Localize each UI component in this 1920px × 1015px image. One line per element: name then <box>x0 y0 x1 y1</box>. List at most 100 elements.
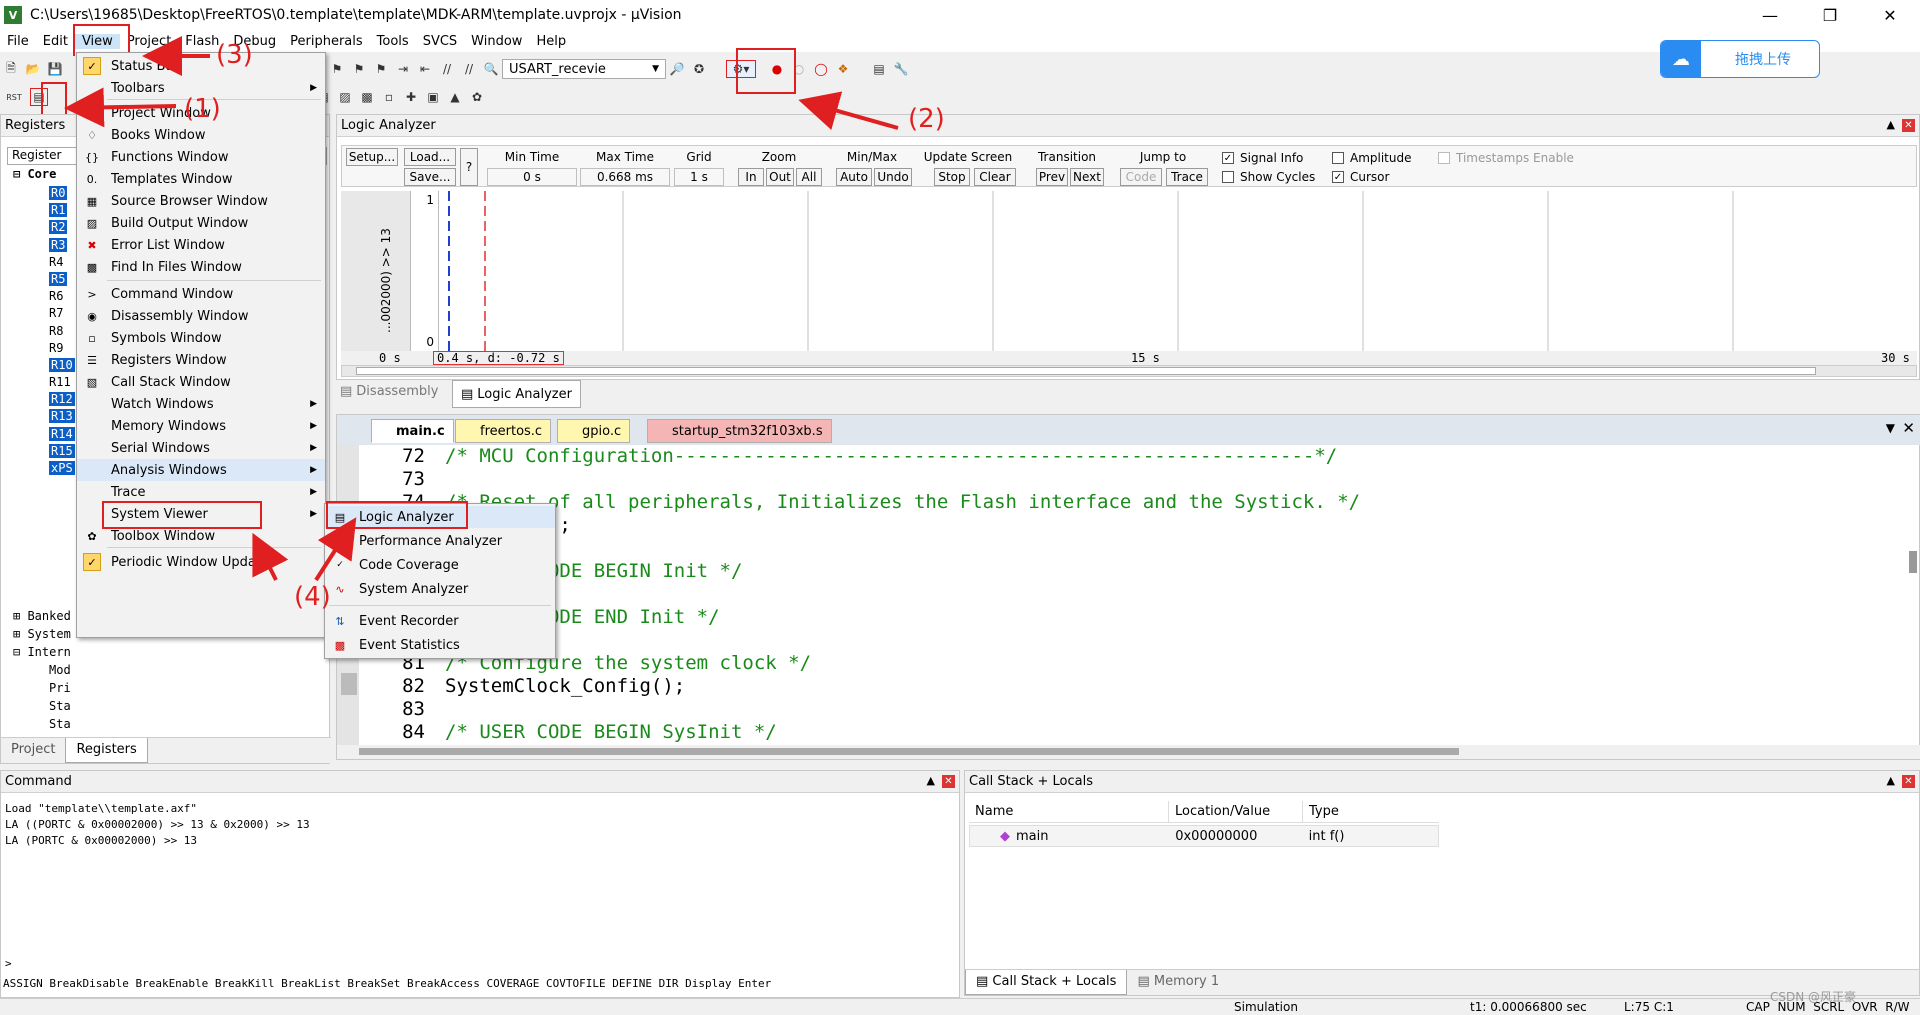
register-group-core[interactable]: ⊟ Core <box>13 167 56 181</box>
indent-icon[interactable]: ⇥ <box>394 60 412 78</box>
menu-item-analysis-windows[interactable]: Analysis Windows ▶ <box>77 459 325 481</box>
bookmark-next-icon[interactable]: ⚑ <box>372 60 390 78</box>
system-viewer-icon[interactable]: ▣ <box>424 88 442 106</box>
close-icon[interactable]: ✕ <box>1902 419 1915 437</box>
code-line[interactable]: /* MCU Configuration--------------------… <box>445 445 1337 468</box>
menu-item-trace[interactable]: Trace ▶ <box>77 481 325 503</box>
unindent-icon[interactable]: ⇤ <box>416 60 434 78</box>
scrollbar-thumb[interactable] <box>356 367 1816 375</box>
menu-item-event-statistics[interactable]: ▩ Event Statistics <box>325 634 555 656</box>
upload-button[interactable]: ☁ 拖拽上传 <box>1660 40 1820 78</box>
menu-item-registers-window[interactable]: ☰ Registers Window <box>77 349 325 371</box>
options-icon[interactable]: ❖ <box>834 60 852 78</box>
memory-window-icon[interactable]: ▩ <box>358 88 376 106</box>
editor-hscrollbar[interactable] <box>337 745 1920 759</box>
menu-window[interactable]: Window <box>464 34 529 49</box>
menu-peripherals[interactable]: Peripherals <box>283 34 370 49</box>
bookmark-prev-icon[interactable]: ⚑ <box>350 60 368 78</box>
serial-window-icon[interactable]: ▨ <box>336 88 354 106</box>
settings-icon[interactable]: ✿ <box>468 88 486 106</box>
open-file-icon[interactable]: 📂 <box>24 60 42 78</box>
stop-button[interactable]: Stop <box>934 168 970 186</box>
tab-registers[interactable]: Registers <box>65 738 148 763</box>
col-name[interactable]: Name <box>969 801 1169 822</box>
menu-item-memory-windows[interactable]: Memory Windows ▶ <box>77 415 325 437</box>
find-target-icon[interactable]: 🔍 <box>482 60 500 78</box>
menu-item-symbols-window[interactable]: ▫ Symbols Window <box>77 327 325 349</box>
signal-info-checkbox[interactable]: ✓ Signal Info <box>1222 151 1303 165</box>
trace-icon[interactable]: ✚ <box>402 88 420 106</box>
close-icon[interactable]: ✕ <box>1902 119 1915 132</box>
menu-item-books-window[interactable]: ♢ Books Window <box>77 124 325 146</box>
editor-hscroll-thumb[interactable] <box>359 748 1459 755</box>
auto-button[interactable]: Auto <box>836 168 872 186</box>
close-icon[interactable]: ✕ <box>1902 775 1915 788</box>
reset-icon[interactable]: RST <box>2 88 26 106</box>
horizontal-scrollbar[interactable] <box>341 365 1917 377</box>
incremental-find-icon[interactable]: ✪ <box>690 60 708 78</box>
show-cycles-checkbox[interactable]: Show Cycles <box>1222 170 1315 184</box>
internal-item[interactable]: Mod <box>13 661 71 679</box>
code-line[interactable]: SystemClock_Config(); <box>445 675 685 698</box>
col-location[interactable]: Location/Value <box>1169 801 1303 822</box>
menu-svcs[interactable]: SVCS <box>416 34 464 49</box>
register-group-internal[interactable]: ⊟ Intern <box>13 643 71 661</box>
code-line[interactable]: /* USER CODE BEGIN SysInit */ <box>445 721 777 744</box>
waveform-plot[interactable] <box>439 191 1905 351</box>
menu-item-call-stack-window[interactable]: ▧ Call Stack Window <box>77 371 325 393</box>
save-icon[interactable]: 💾 <box>46 60 64 78</box>
watch-window-icon[interactable]: ▫ <box>380 88 398 106</box>
chevron-down-icon[interactable]: ▼ <box>1886 421 1895 435</box>
window-layout-icon[interactable]: ▤ <box>870 60 888 78</box>
code-line[interactable]: /* Reset of all peripherals, Initializes… <box>445 491 1360 514</box>
pin-icon[interactable]: ▲ <box>1887 774 1895 787</box>
help-button[interactable]: ? <box>460 148 478 186</box>
load-button[interactable]: Load... <box>404 148 456 166</box>
setup-button[interactable]: Setup... <box>346 148 398 166</box>
close-icon[interactable]: ✕ <box>942 775 955 788</box>
configure-icon[interactable]: 🔧 <box>892 60 910 78</box>
menu-edit[interactable]: Edit <box>36 34 75 49</box>
menu-tools[interactable]: Tools <box>370 34 416 49</box>
internal-item[interactable]: Sta <box>13 715 71 733</box>
comment-icon[interactable]: // <box>438 60 456 78</box>
register-group-system[interactable]: ⊞ System <box>13 625 71 643</box>
menu-item-disassembly-window[interactable]: ◉ Disassembly Window <box>77 305 325 327</box>
new-file-icon[interactable]: 🗎 <box>2 60 20 78</box>
zoom-out-button[interactable]: Out <box>766 168 794 186</box>
tab-startup-s[interactable]: startup_stm32f103xb.s <box>647 419 832 443</box>
menu-item-performance-analyzer[interactable]: ▤ Performance Analyzer <box>325 530 555 552</box>
menu-item-periodic-window-update[interactable]: ✓ Periodic Window Update <box>77 551 325 573</box>
menu-item-find-in-files-window[interactable]: ▩ Find In Files Window <box>77 256 325 278</box>
pin-icon[interactable]: ▲ <box>927 774 935 787</box>
save-button[interactable]: Save... <box>404 168 456 186</box>
tab-disassembly[interactable]: ▤ Disassembly <box>340 384 438 399</box>
internal-item[interactable]: Pri <box>13 679 71 697</box>
signal-name-label[interactable]: ...002000) >> 13 <box>379 203 393 333</box>
minimize-icon[interactable]: — <box>1740 0 1800 30</box>
command-prompt[interactable]: > <box>5 957 12 970</box>
table-row[interactable]: ◆ main 0x00000000 int f() <box>969 825 1439 847</box>
col-type[interactable]: Type <box>1303 801 1439 822</box>
tab-project[interactable]: Project <box>1 738 65 763</box>
menu-item-status-bar[interactable]: ✓ Status Bar <box>77 55 325 77</box>
trace-button[interactable]: Trace <box>1166 168 1208 186</box>
tab-callstack[interactable]: ▤ Call Stack + Locals <box>965 970 1128 995</box>
menu-item-build-output-window[interactable]: ▨ Build Output Window <box>77 212 325 234</box>
menu-item-command-window[interactable]: > Command Window <box>77 283 325 305</box>
code-button[interactable]: Code <box>1120 168 1162 186</box>
toolbox-icon[interactable]: ▲ <box>446 88 464 106</box>
menu-item-templates-window[interactable]: 0. Templates Window <box>77 168 325 190</box>
menu-file[interactable]: File <box>0 34 36 49</box>
target-combo[interactable]: USART_recevie ▼ <box>502 59 666 79</box>
menu-item-functions-window[interactable]: {} Functions Window <box>77 146 325 168</box>
clear-button[interactable]: Clear <box>974 168 1016 186</box>
menu-item-error-list-window[interactable]: ✖ Error List Window <box>77 234 325 256</box>
pin-icon[interactable]: ▲ <box>1887 118 1895 131</box>
uncomment-icon[interactable]: // <box>460 60 478 78</box>
maximize-icon[interactable]: ❐ <box>1800 0 1860 30</box>
close-icon[interactable]: ✕ <box>1860 0 1920 30</box>
zoom-all-button[interactable]: All <box>796 168 822 186</box>
menu-item-serial-windows[interactable]: Serial Windows ▶ <box>77 437 325 459</box>
next-button[interactable]: Next <box>1070 168 1104 186</box>
